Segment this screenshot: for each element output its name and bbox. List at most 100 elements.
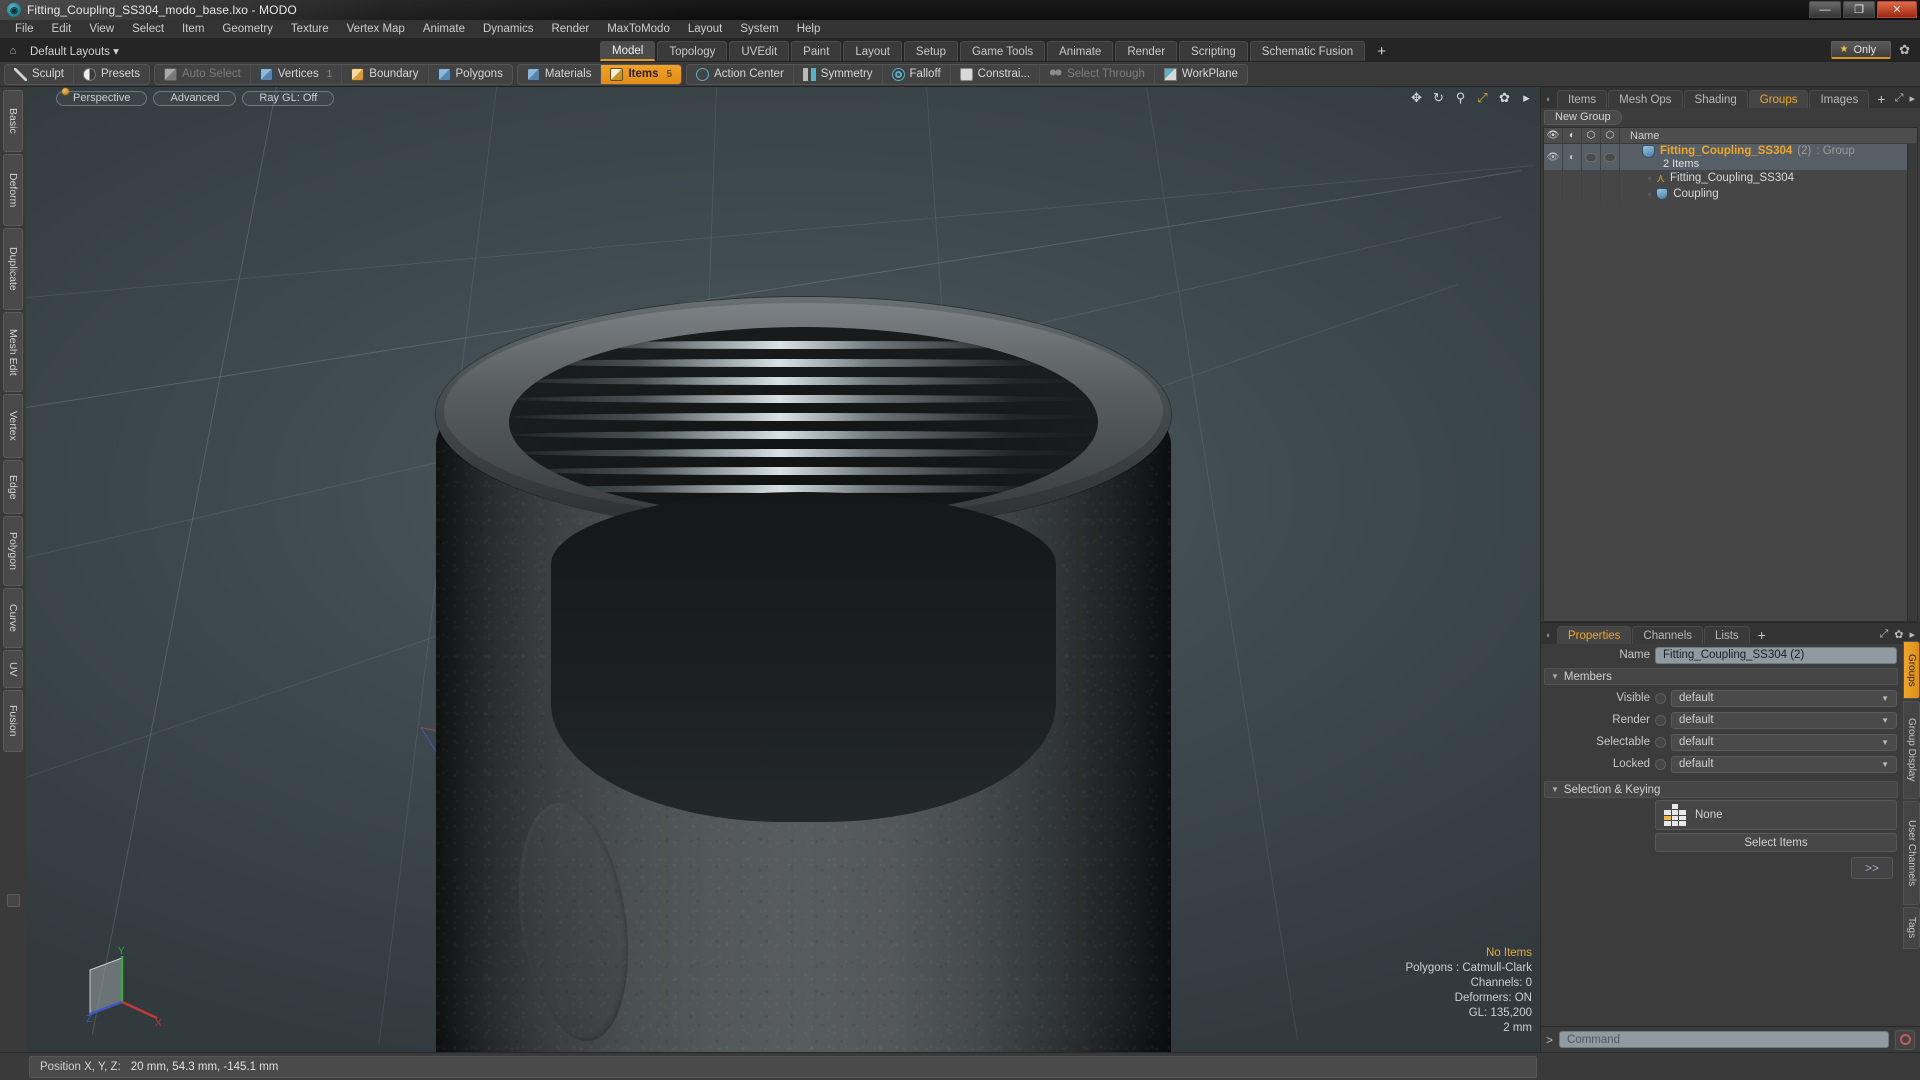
close-button[interactable]: ✕ [1877,1,1917,18]
rail-tab-basic[interactable]: Basic [3,90,23,152]
side-tab-tags[interactable]: Tags [1903,907,1920,949]
falloff-button[interactable]: Falloff [883,64,951,84]
default-layouts-dropdown[interactable]: Default Layouts ▾ [30,44,119,58]
tree-scrollbar[interactable] [1907,144,1917,621]
row-selectable-toggle[interactable] [1582,186,1601,202]
selectable-icon[interactable]: ⬡ [1582,127,1601,144]
menu-maxtomodo[interactable]: MaxToModo [598,21,679,37]
panel-menu-dot[interactable]: ◖ [1545,94,1557,108]
side-tab-groups[interactable]: Groups [1903,641,1920,699]
row-render-toggle[interactable] [1563,170,1582,186]
rail-tab-uv[interactable]: UV [3,650,23,688]
selection-set-field[interactable]: None [1655,800,1897,830]
new-group-button[interactable]: New Group [1544,109,1622,125]
vertices-button[interactable]: Vertices 1 [251,64,343,84]
menu-system[interactable]: System [731,21,787,37]
tree-expand-dot[interactable]: ▫ [1648,173,1651,183]
side-tab-group-display[interactable]: Group Display [1903,701,1920,799]
menu-layout[interactable]: Layout [679,21,732,37]
sculpt-button[interactable]: Sculpt [5,64,74,84]
tab-scripting[interactable]: Scripting [1179,41,1248,61]
menu-item[interactable]: Item [173,21,213,37]
tab-lists[interactable]: Lists [1704,626,1750,644]
expand-more-button[interactable]: >> [1851,857,1893,879]
menu-edit[interactable]: Edit [43,21,81,37]
command-input[interactable]: Command [1559,1031,1889,1048]
menu-file[interactable]: File [6,21,43,37]
3d-viewport[interactable]: Perspective Advanced Ray GL: Off ✥ ↻ ⚲ ⤢… [26,87,1540,1052]
name-field[interactable]: Fitting_Coupling_SS304 (2) [1655,646,1897,664]
chevron-right-icon[interactable]: ▸ [1519,90,1534,105]
locked-icon[interactable]: ⬡ [1601,127,1620,144]
materials-button[interactable]: Materials [518,64,602,84]
minimize-button[interactable]: — [1809,1,1841,18]
gear-icon[interactable]: ✿ [1895,42,1914,58]
menu-geometry[interactable]: Geometry [213,21,282,37]
maximize-button[interactable]: ❐ [1843,1,1875,18]
locked-dropdown[interactable]: default ▼ [1671,755,1897,773]
row-render-toggle[interactable]: ◐ [1563,144,1582,170]
menu-animate[interactable]: Animate [414,21,474,37]
table-row[interactable]: 👁 ◐ Fitting_Coupling_SS304 (2) : Group 2… [1544,144,1907,170]
fit-icon[interactable]: ⤢ [1475,90,1490,105]
side-tab-user-channels[interactable]: User Channels [1903,801,1920,905]
tree-expand-dot[interactable]: ▫ [1648,189,1651,199]
add-panel-tab-button[interactable]: + [1870,90,1892,108]
row-render-toggle[interactable] [1563,186,1582,202]
expand-icon[interactable]: ⤢ [1879,628,1888,641]
presets-button[interactable]: Presets [74,65,149,84]
select-items-button[interactable]: Select Items [1655,833,1897,852]
row-locked-toggle[interactable] [1601,144,1620,170]
tab-animate[interactable]: Animate [1047,41,1114,61]
rail-tab-polygon[interactable]: Polygon [3,516,23,586]
rail-tab-curve[interactable]: Curve [3,588,23,648]
rail-tab-mesh-edit[interactable]: Mesh Edit [3,312,23,392]
action-center-button[interactable]: Action Center [687,64,794,84]
tab-mesh-ops[interactable]: Mesh Ops [1608,90,1683,108]
polygons-button[interactable]: Polygons [429,65,512,84]
tab-paint[interactable]: Paint [791,41,842,61]
tab-channels[interactable]: Channels [1632,626,1704,644]
menu-vertex-map[interactable]: Vertex Map [338,21,414,37]
rail-tab-deform[interactable]: Deform [3,154,23,226]
tab-images[interactable]: Images [1809,90,1870,108]
tab-game-tools[interactable]: Game Tools [959,41,1046,61]
rotate-icon[interactable]: ↻ [1431,90,1446,105]
properties-menu-dot[interactable]: ◖ [1545,630,1557,644]
row-visible-toggle[interactable] [1544,170,1563,186]
record-icon[interactable] [1895,1029,1915,1050]
tab-groups[interactable]: Groups [1748,90,1809,108]
menu-view[interactable]: View [80,21,123,37]
locked-radio[interactable] [1655,758,1666,770]
row-visible-toggle[interactable]: 👁 [1544,144,1563,170]
workplane-button[interactable]: WorkPlane [1155,65,1247,84]
constraint-button[interactable]: Constrai... [951,64,1041,84]
tab-topology[interactable]: Topology [657,41,728,61]
select-through-button[interactable]: Select Through [1040,64,1155,84]
render-dropdown[interactable]: default ▼ [1671,711,1897,729]
add-tab-button[interactable]: + [1367,41,1396,61]
menu-help[interactable]: Help [788,21,830,37]
auto-select-button[interactable]: Auto Select [155,64,251,84]
selectable-dropdown[interactable]: default ▼ [1671,733,1897,751]
viewport-shading-mode[interactable]: Advanced [153,90,237,106]
symmetry-button[interactable]: Symmetry [794,64,883,84]
menu-render[interactable]: Render [542,21,598,37]
rail-toggle-icon[interactable] [6,893,20,907]
home-icon[interactable]: ⌂ [4,42,22,60]
tab-render[interactable]: Render [1115,41,1178,61]
tab-model[interactable]: Model [600,41,656,61]
rail-tab-vertex[interactable]: Vertex [3,394,23,458]
selection-keying-section-header[interactable]: ▼ Selection & Keying [1544,781,1898,798]
table-row[interactable]: ▫ Coupling [1544,186,1907,202]
menu-texture[interactable]: Texture [282,21,338,37]
chevron-right-icon[interactable]: ▸ [1909,92,1915,105]
row-selectable-toggle[interactable] [1582,170,1601,186]
expand-icon[interactable]: ⤢ [1895,92,1904,105]
items-button[interactable]: Items 5 [601,64,682,84]
rail-tab-duplicate[interactable]: Duplicate [3,228,23,310]
table-row[interactable]: ▫ ⋏ Fitting_Coupling_SS304 [1544,170,1907,186]
viewport-view-mode[interactable]: Perspective [56,90,148,106]
members-section-header[interactable]: ▼ Members [1544,668,1898,685]
add-properties-tab-button[interactable]: + [1751,626,1773,644]
